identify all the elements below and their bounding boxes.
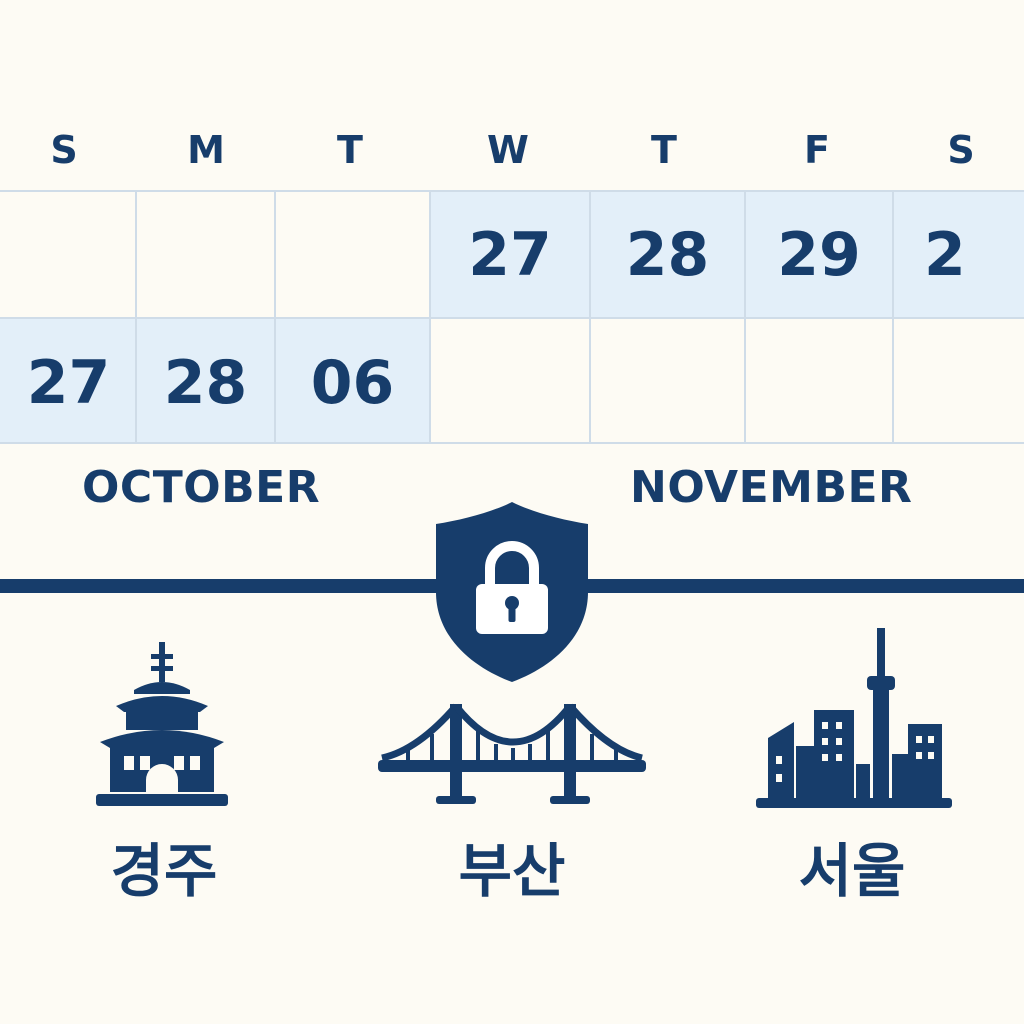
weekday-wednesday: W	[487, 128, 529, 172]
calendar-cell-selected[interactable]: 2	[894, 192, 1024, 319]
month-label-november: NOVEMBER	[630, 462, 913, 513]
weekday-saturday: S	[947, 128, 975, 172]
weekday-header: S M T W T F S	[0, 122, 1024, 178]
weekday-friday: F	[804, 128, 830, 172]
calendar-cell[interactable]	[137, 192, 276, 319]
calendar-cell[interactable]	[591, 319, 746, 442]
calendar-cell[interactable]	[0, 192, 137, 319]
calendar-cell-selected[interactable]: 29	[746, 192, 894, 319]
calendar-cell-selected[interactable]: 06	[276, 319, 431, 442]
city-skyline-tower-icon	[756, 628, 952, 808]
pagoda-icon	[96, 642, 228, 806]
city-label-busan: 부산	[458, 837, 566, 905]
calendar-cell-selected[interactable]: 28	[591, 192, 746, 319]
shield-lock-icon	[436, 502, 588, 682]
calendar-cell[interactable]	[746, 319, 894, 442]
weekday-tuesday: T	[337, 128, 363, 172]
weekday-sunday: S	[50, 128, 78, 172]
weekday-thursday: T	[651, 128, 677, 172]
weekday-monday: M	[187, 128, 225, 172]
calendar-cell[interactable]	[276, 192, 431, 319]
calendar-cell-selected[interactable]: 27	[431, 192, 591, 319]
calendar-cell[interactable]	[894, 319, 1024, 442]
city-label-seoul: 서울	[798, 837, 906, 905]
calendar-cell[interactable]	[431, 319, 591, 442]
month-label-october: OCTOBER	[82, 462, 321, 513]
suspension-bridge-icon	[378, 703, 646, 804]
calendar-cell-selected[interactable]: 28	[137, 319, 276, 442]
calendar-grid: 27 28 29 2 27 28 06	[0, 190, 1024, 444]
calendar-cell-selected[interactable]: 27	[0, 319, 137, 442]
city-label-gyeongju: 경주	[110, 837, 218, 905]
